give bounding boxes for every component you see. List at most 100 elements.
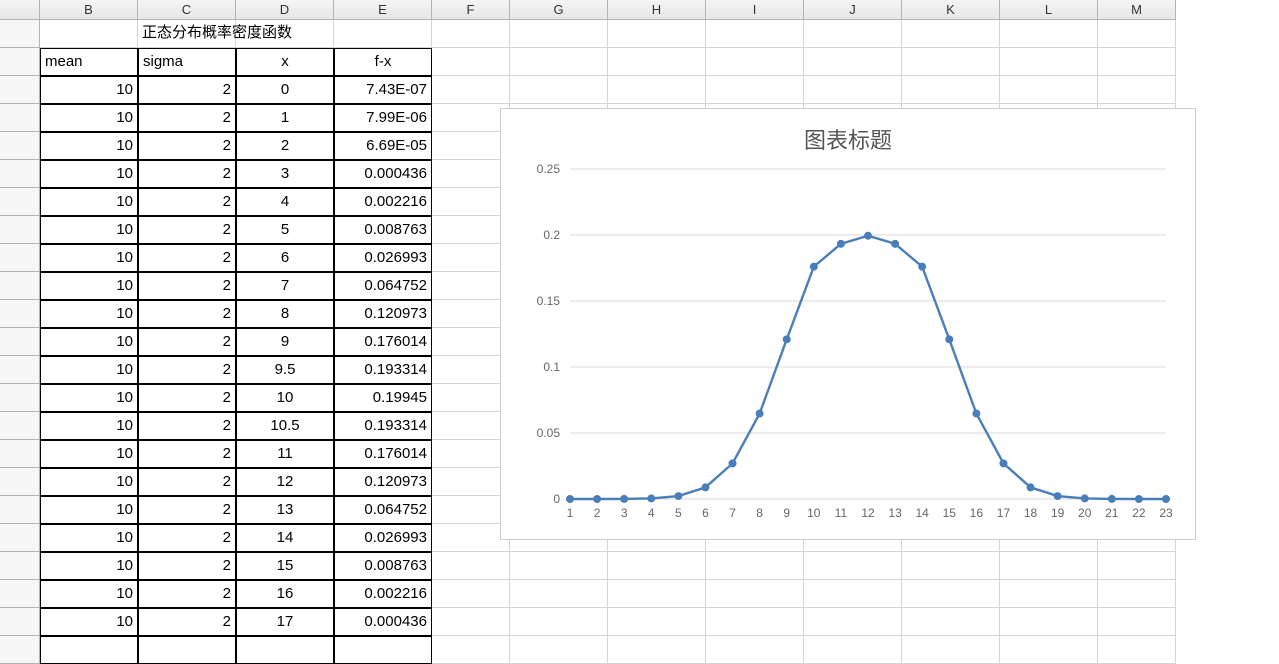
- cell[interactable]: 2: [138, 300, 236, 328]
- col-head-F[interactable]: F: [432, 0, 510, 20]
- cell[interactable]: 2: [138, 552, 236, 580]
- cell[interactable]: 6.69E-05: [334, 132, 432, 160]
- col-head-J[interactable]: J: [804, 0, 902, 20]
- cell[interactable]: [1000, 580, 1098, 608]
- cell[interactable]: 2: [138, 188, 236, 216]
- cell[interactable]: 0.008763: [334, 552, 432, 580]
- cell[interactable]: [432, 160, 510, 188]
- cell[interactable]: [432, 636, 510, 664]
- cell[interactable]: [608, 580, 706, 608]
- cell[interactable]: 7: [236, 272, 334, 300]
- col-head-M[interactable]: M: [1098, 0, 1176, 20]
- cell[interactable]: sigma: [138, 48, 236, 76]
- cell[interactable]: [432, 412, 510, 440]
- cell[interactable]: [608, 636, 706, 664]
- cell[interactable]: [510, 552, 608, 580]
- cell[interactable]: 13: [236, 496, 334, 524]
- cell[interactable]: 0.064752: [334, 272, 432, 300]
- cell[interactable]: 2: [138, 132, 236, 160]
- cell[interactable]: [432, 132, 510, 160]
- cell[interactable]: 2: [138, 384, 236, 412]
- cell[interactable]: [608, 20, 706, 48]
- cell[interactable]: [804, 636, 902, 664]
- cell[interactable]: 2: [138, 76, 236, 104]
- cell[interactable]: 7.99E-06: [334, 104, 432, 132]
- cell[interactable]: 14: [236, 524, 334, 552]
- cell[interactable]: 0.120973: [334, 300, 432, 328]
- cell[interactable]: [804, 608, 902, 636]
- cell[interactable]: 10: [40, 272, 138, 300]
- cell[interactable]: 10: [40, 356, 138, 384]
- cell[interactable]: [1098, 20, 1176, 48]
- cell[interactable]: [1000, 636, 1098, 664]
- cell[interactable]: [706, 20, 804, 48]
- cell[interactable]: 0.026993: [334, 244, 432, 272]
- cell[interactable]: [432, 384, 510, 412]
- cell[interactable]: 9: [236, 328, 334, 356]
- cell[interactable]: [40, 20, 138, 48]
- cell[interactable]: [432, 300, 510, 328]
- cell[interactable]: [1000, 20, 1098, 48]
- cell[interactable]: [902, 552, 1000, 580]
- cell[interactable]: 10: [40, 216, 138, 244]
- col-head-E[interactable]: E: [334, 0, 432, 20]
- cell[interactable]: [804, 20, 902, 48]
- col-head-B[interactable]: B: [40, 0, 138, 20]
- cell[interactable]: [706, 580, 804, 608]
- cell[interactable]: [1000, 48, 1098, 76]
- cell[interactable]: 5: [236, 216, 334, 244]
- cell[interactable]: [334, 636, 432, 664]
- cell[interactable]: 2: [138, 216, 236, 244]
- col-head-I[interactable]: I: [706, 0, 804, 20]
- cell[interactable]: [510, 636, 608, 664]
- cell[interactable]: [432, 356, 510, 384]
- cell[interactable]: 2: [138, 356, 236, 384]
- cell[interactable]: [432, 48, 510, 76]
- cell[interactable]: 16: [236, 580, 334, 608]
- cell[interactable]: [432, 188, 510, 216]
- cell[interactable]: 2: [138, 440, 236, 468]
- cell[interactable]: [706, 552, 804, 580]
- cell[interactable]: [608, 48, 706, 76]
- cell[interactable]: [706, 76, 804, 104]
- cell[interactable]: 4: [236, 188, 334, 216]
- cell[interactable]: 0.000436: [334, 160, 432, 188]
- cell[interactable]: 0.026993: [334, 524, 432, 552]
- cell[interactable]: [902, 48, 1000, 76]
- cell[interactable]: [432, 552, 510, 580]
- cell[interactable]: [1000, 76, 1098, 104]
- cell[interactable]: 10: [236, 384, 334, 412]
- cell[interactable]: 9.5: [236, 356, 334, 384]
- chart-container[interactable]: 图表标题 00.050.10.150.20.251234567891011121…: [500, 108, 1196, 540]
- cell[interactable]: [432, 216, 510, 244]
- col-head-G[interactable]: G: [510, 0, 608, 20]
- cell[interactable]: 10: [40, 384, 138, 412]
- cell[interactable]: [706, 48, 804, 76]
- cell[interactable]: [1098, 636, 1176, 664]
- cell[interactable]: 2: [236, 132, 334, 160]
- cell[interactable]: [902, 608, 1000, 636]
- cell[interactable]: [432, 104, 510, 132]
- cell[interactable]: [902, 580, 1000, 608]
- cell[interactable]: 0.000436: [334, 608, 432, 636]
- cell[interactable]: 2: [138, 328, 236, 356]
- cell[interactable]: 10: [40, 104, 138, 132]
- cell[interactable]: 1: [236, 104, 334, 132]
- col-head-D[interactable]: D: [236, 0, 334, 20]
- cell[interactable]: [432, 76, 510, 104]
- cell[interactable]: 2: [138, 160, 236, 188]
- cell[interactable]: 2: [138, 244, 236, 272]
- cell[interactable]: 2: [138, 468, 236, 496]
- cell[interactable]: 2: [138, 412, 236, 440]
- cell[interactable]: mean: [40, 48, 138, 76]
- cell[interactable]: 0: [236, 76, 334, 104]
- cell[interactable]: 3: [236, 160, 334, 188]
- cell[interactable]: 0.120973: [334, 468, 432, 496]
- cell[interactable]: [804, 552, 902, 580]
- cell[interactable]: [432, 440, 510, 468]
- cell[interactable]: [432, 496, 510, 524]
- cell[interactable]: [510, 608, 608, 636]
- cell[interactable]: [804, 580, 902, 608]
- cell[interactable]: [236, 636, 334, 664]
- cell[interactable]: [510, 76, 608, 104]
